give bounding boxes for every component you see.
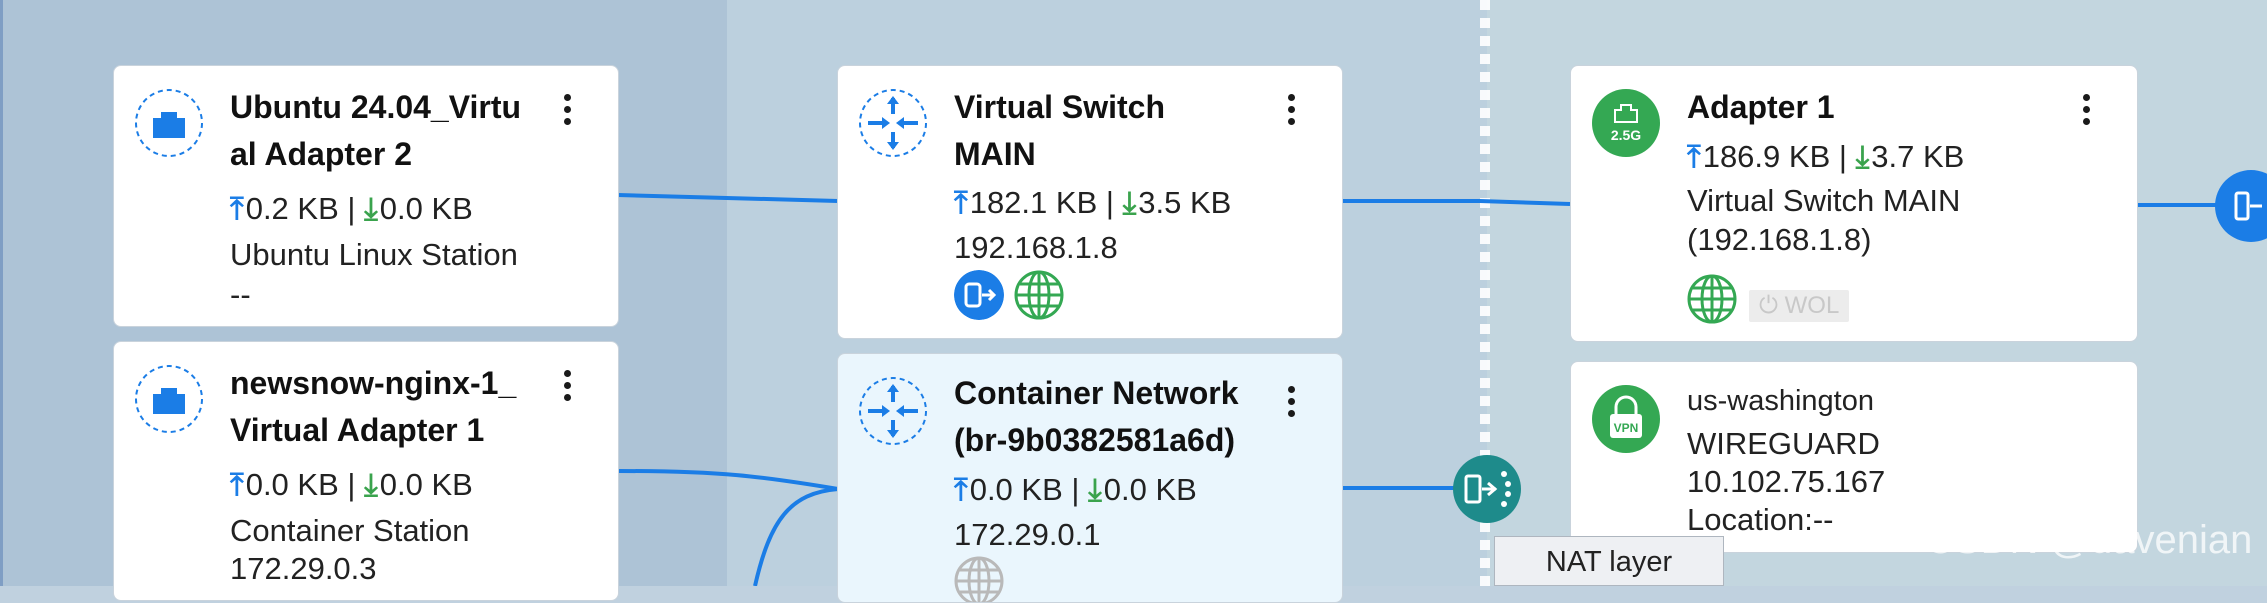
download-icon: ⤓ <box>1088 472 1102 507</box>
adapter-card-physical[interactable]: 2.5G Adapter 1 ⤒186.9 KB | ⤓3.7 KB Virtu… <box>1570 65 2138 342</box>
switch-card-main[interactable]: Virtual Switch MAIN ⤒182.1 KB | ⤓3.5 KB 1… <box>837 65 1343 339</box>
ethernet-port-icon <box>135 365 203 433</box>
gateway-icon[interactable] <box>2214 169 2267 243</box>
ip-address: 172.29.0.1 <box>954 517 1101 552</box>
traffic-stats: ⤒186.9 KB | ⤓3.7 KB <box>1687 139 1965 174</box>
traffic-stats: ⤒0.0 KB | ⤓0.0 KB <box>954 472 1197 507</box>
card-title: newsnow-nginx-1_ Virtual Adapter 1 <box>230 365 517 448</box>
ip-address: 10.102.75.167 <box>1687 464 1886 499</box>
more-options-icon[interactable] <box>1282 386 1300 426</box>
wol-button[interactable]: ⏻ WOL <box>1749 290 1850 322</box>
download-icon: ⤓ <box>364 467 378 502</box>
nat-layer-label: NAT layer <box>1494 536 1724 586</box>
more-options-icon[interactable] <box>2077 94 2095 134</box>
ethernet-2.5g-icon: 2.5G <box>1592 89 1660 157</box>
card-title: Adapter 1 <box>1687 89 1835 125</box>
switch-icon <box>859 89 927 157</box>
traffic-stats: ⤒0.2 KB | ⤓0.0 KB <box>230 191 473 226</box>
upload-icon: ⤒ <box>954 185 968 220</box>
svg-text:VPN: VPN <box>1614 421 1639 435</box>
adapter-card-newsnow[interactable]: newsnow-nginx-1_ Virtual Adapter 1 ⤒0.0 K… <box>113 341 619 601</box>
upload-icon: ⤒ <box>1687 139 1701 174</box>
ip-address: (192.168.1.8) <box>1687 222 1872 257</box>
download-icon: ⤓ <box>1855 139 1870 174</box>
station-label: Ubuntu Linux Station <box>230 237 518 272</box>
nat-gateway-icon[interactable] <box>954 270 1004 320</box>
adapter-card-ubuntu[interactable]: Ubuntu 24.04_Virtu al Adapter 2 ⤒0.2 KB |… <box>113 65 619 327</box>
globe-icon[interactable] <box>954 556 1004 603</box>
vpn-location: Location:-- <box>1687 502 1834 537</box>
switch-icon <box>859 377 927 445</box>
nat-connector-icon[interactable] <box>1452 454 1522 524</box>
svg-text:2.5G: 2.5G <box>1611 127 1641 143</box>
ethernet-port-icon <box>135 89 203 157</box>
card-title: Virtual Switch MAIN <box>954 89 1166 172</box>
more-options-icon[interactable] <box>558 94 576 134</box>
card-title: Container Network (br-9b0382581a6d) <box>954 375 1239 458</box>
vpn-server-name: us-washington <box>1687 385 1874 417</box>
traffic-stats: ⤒182.1 KB | ⤓3.5 KB <box>954 185 1232 220</box>
ip-address: 172.29.0.3 <box>230 551 377 586</box>
globe-icon[interactable] <box>1014 270 1064 320</box>
upload-icon: ⤒ <box>230 467 244 502</box>
upload-icon: ⤒ <box>954 472 968 507</box>
card-title: Ubuntu 24.04_Virtu al Adapter 2 <box>230 89 522 172</box>
switch-card-container-network[interactable]: Container Network (br-9b0382581a6d) ⤒0.0 … <box>837 353 1343 603</box>
download-icon: ⤓ <box>1122 185 1137 220</box>
more-options-icon[interactable] <box>558 370 576 410</box>
download-icon: ⤓ <box>364 191 378 226</box>
ip-address: 192.168.1.8 <box>954 230 1118 265</box>
watermark: CSDN @davenian <box>1925 518 2253 562</box>
traffic-stats: ⤒0.0 KB | ⤓0.0 KB <box>230 467 473 502</box>
vpn-lock-icon: VPN <box>1592 385 1660 453</box>
more-options-icon[interactable] <box>1282 94 1300 134</box>
upload-icon: ⤒ <box>230 191 244 226</box>
switch-label: Virtual Switch MAIN <box>1687 183 1961 218</box>
globe-icon[interactable] <box>1687 274 1737 324</box>
station-label: Container Station <box>230 513 470 548</box>
ip-address: -- <box>230 277 251 312</box>
vpn-protocol: WIREGUARD <box>1687 426 1880 461</box>
